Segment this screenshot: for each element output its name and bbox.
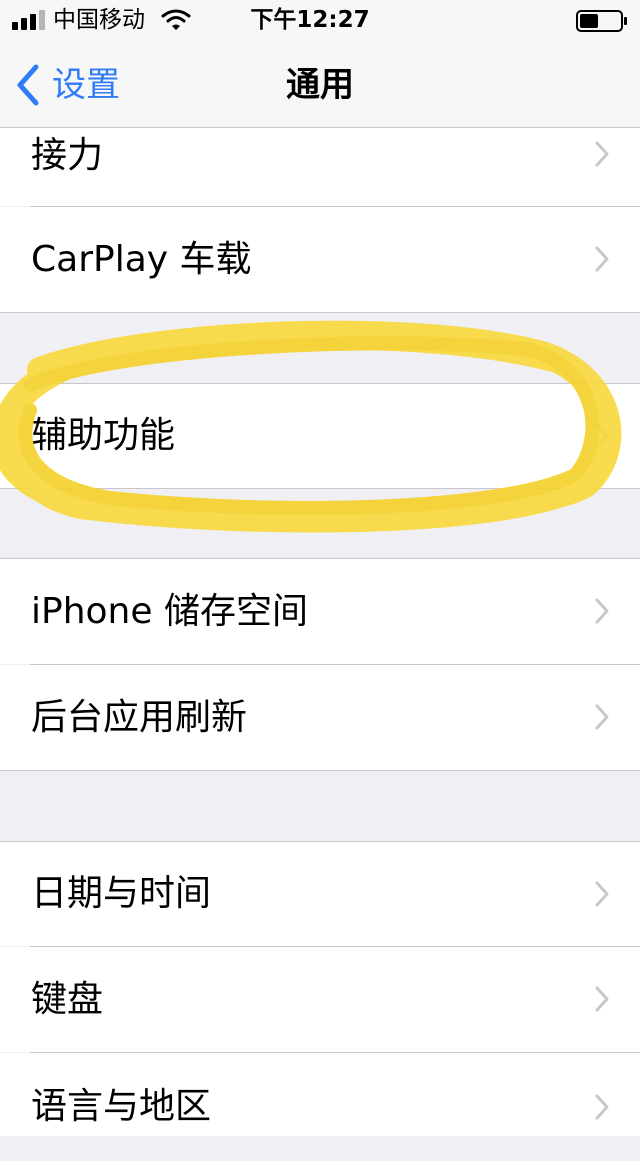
settings-row-background-refresh[interactable]: 后台应用刷新 (0, 665, 640, 770)
back-button[interactable]: 设置 (14, 62, 120, 108)
status-bar: 中国移动 下午12:27 (0, 0, 640, 40)
battery-icon (576, 10, 627, 32)
group-divider (0, 312, 640, 313)
row-label: 语言与地区 (31, 1086, 212, 1127)
status-time: 下午12:27 (250, 7, 370, 33)
row-label: 后台应用刷新 (31, 697, 248, 738)
group-divider (0, 488, 640, 489)
chevron-left-icon (17, 64, 39, 106)
settings-row-keyboard[interactable]: 键盘 (0, 947, 640, 1052)
settings-row-iphone-storage[interactable]: iPhone 储存空间 (0, 559, 640, 664)
row-label: iPhone 储存空间 (31, 591, 308, 632)
chevron-right-icon (595, 246, 609, 272)
group-divider (0, 770, 640, 771)
back-label: 设置 (52, 65, 120, 105)
settings-row-carplay[interactable]: CarPlay 车载 (0, 207, 640, 312)
settings-row-handoff[interactable]: 接力 (0, 128, 640, 206)
row-label: 辅助功能 (31, 415, 176, 456)
settings-row-accessibility[interactable]: 辅助功能 (0, 384, 640, 488)
signal-icon (12, 10, 45, 30)
row-label: 键盘 (31, 979, 104, 1020)
settings-row-date-time[interactable]: 日期与时间 (0, 842, 640, 946)
chevron-right-icon (595, 986, 609, 1012)
carrier-name: 中国移动 (53, 7, 145, 33)
chevron-right-icon (595, 881, 609, 907)
chevron-right-icon (595, 704, 609, 730)
wifi-icon (161, 9, 191, 30)
chevron-right-icon (595, 1094, 609, 1120)
row-label: 日期与时间 (31, 873, 212, 914)
page-title: 通用 (286, 65, 354, 105)
row-label: 接力 (31, 135, 104, 176)
chevron-right-icon (595, 423, 609, 449)
navigation-bar: 设置 通用 (0, 40, 640, 128)
chevron-right-icon (595, 598, 609, 624)
chevron-right-icon (595, 141, 609, 167)
settings-row-language-region[interactable]: 语言与地区 (0, 1053, 640, 1136)
row-label: CarPlay 车载 (31, 239, 252, 280)
